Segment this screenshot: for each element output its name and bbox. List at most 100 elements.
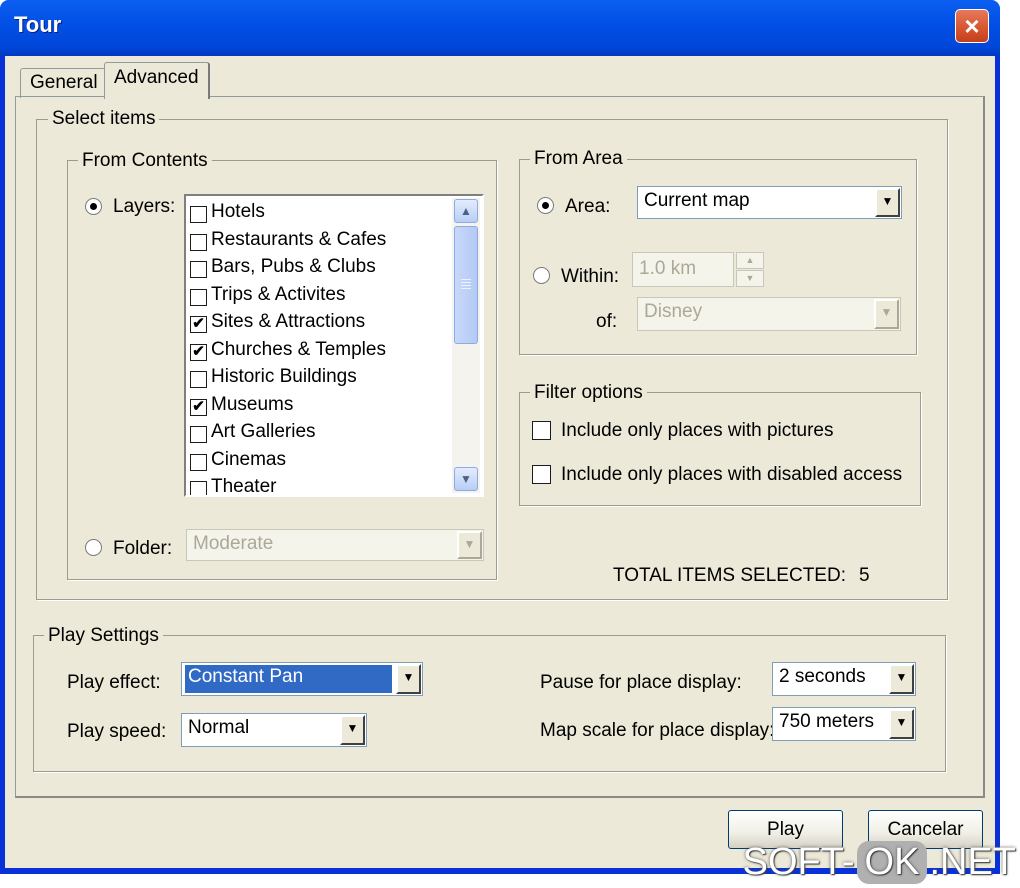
- within-input[interactable]: 1.0 km: [632, 252, 734, 287]
- within-radio[interactable]: [533, 267, 550, 284]
- play-settings-legend: Play Settings: [44, 625, 163, 647]
- play-speed-label: Play speed:: [67, 721, 167, 742]
- layers-label: Layers:: [113, 196, 176, 217]
- layer-label: Cinemas: [211, 448, 286, 470]
- grip-icon: [461, 279, 471, 280]
- chevron-down-icon: ▼: [875, 188, 900, 217]
- window-title: Tour: [14, 12, 62, 37]
- tab-general-label: General: [30, 72, 98, 93]
- layer-label: Restaurants & Cafes: [211, 228, 387, 250]
- disabled-access-checkbox-label: Include only places with disabled access: [561, 464, 903, 485]
- disabled-access-checkbox[interactable]: [532, 465, 551, 484]
- select-items-legend: Select items: [48, 108, 160, 130]
- map-scale-value: 750 meters: [779, 711, 875, 732]
- scroll-down-button[interactable]: ▼: [454, 467, 478, 491]
- layer-label: Theater: [211, 476, 277, 497]
- chevron-down-icon: ▼: [460, 472, 472, 486]
- layer-checkbox[interactable]: [190, 371, 207, 388]
- play-speed-value: Normal: [188, 717, 250, 738]
- watermark-left: SOFT-: [742, 841, 855, 883]
- watermark-mid: OK: [856, 841, 928, 884]
- play-speed-select[interactable]: Normal ▼: [181, 713, 367, 747]
- area-label: Area:: [565, 196, 611, 217]
- chevron-down-icon: ▼: [889, 709, 914, 739]
- pictures-checkbox-label: Include only places with pictures: [561, 420, 834, 441]
- map-scale-select[interactable]: 750 meters ▼: [772, 707, 916, 741]
- checkmark-icon: ✔: [192, 342, 205, 360]
- checkmark-icon: ✔: [192, 397, 205, 415]
- layer-label: Trips & Activites: [211, 283, 346, 305]
- chevron-down-icon: ▼: [889, 664, 914, 694]
- layer-label: Sites & Attractions: [211, 311, 366, 332]
- total-items-label: TOTAL ITEMS SELECTED:: [613, 565, 846, 586]
- watermark-right: .NET: [929, 841, 1016, 883]
- filter-options-group: [519, 392, 921, 506]
- of-select-value: Disney: [644, 301, 703, 322]
- layer-label: Museums: [211, 393, 294, 415]
- play-button-label: Play: [767, 819, 804, 840]
- layer-label: Bars, Pubs & Clubs: [211, 256, 376, 277]
- pause-label: Pause for place display:: [540, 672, 742, 693]
- folder-select[interactable]: Moderate ▼: [186, 529, 484, 561]
- chevron-down-icon: ▼: [874, 299, 899, 329]
- play-effect-select[interactable]: Constant Pan ▼: [181, 662, 423, 696]
- area-radio[interactable]: [537, 197, 554, 214]
- chevron-down-icon: ▼: [340, 715, 365, 745]
- spin-down-icon: ▼: [736, 270, 764, 287]
- layer-checkbox[interactable]: ✔: [190, 342, 207, 361]
- cancel-button-label: Cancelar: [887, 819, 964, 840]
- layer-checkbox[interactable]: [190, 206, 207, 223]
- layers-listbox[interactable]: Hotels Restaurants & Cafes Bars, Pubs & Cl…: [184, 194, 484, 497]
- layer-label: Churches & Temples: [211, 338, 386, 360]
- checkmark-icon: ✔: [192, 315, 205, 332]
- folder-select-value: Moderate: [193, 533, 274, 554]
- layer-label: Hotels: [211, 201, 265, 222]
- radio-selected-dot: [542, 202, 549, 209]
- area-select[interactable]: Current map ▼: [637, 186, 902, 219]
- area-select-value: Current map: [644, 190, 750, 211]
- play-settings-group: [33, 635, 946, 772]
- tab-advanced-label: Advanced: [114, 67, 199, 88]
- within-spinner[interactable]: ▲ ▼: [736, 252, 764, 287]
- chevron-down-icon: ▼: [457, 531, 482, 559]
- watermark: SOFT- OK .NET: [743, 841, 1016, 884]
- close-button[interactable]: ×: [955, 9, 989, 43]
- scroll-thumb[interactable]: [454, 226, 478, 344]
- radio-selected-dot: [90, 203, 97, 210]
- within-label: Within:: [561, 266, 620, 287]
- filter-options-legend: Filter options: [530, 382, 647, 404]
- title-bar[interactable]: [0, 0, 1000, 56]
- of-label: of:: [596, 311, 618, 332]
- pictures-checkbox[interactable]: [532, 421, 551, 440]
- pause-select-value: 2 seconds: [779, 666, 866, 687]
- play-effect-value: Constant Pan: [185, 665, 392, 693]
- folder-radio[interactable]: [85, 539, 102, 556]
- layer-checkbox[interactable]: [190, 261, 207, 278]
- layer-checkbox[interactable]: [190, 233, 207, 251]
- layer-checkbox[interactable]: [190, 481, 207, 495]
- from-contents-legend: From Contents: [78, 150, 212, 172]
- layer-checkbox[interactable]: [190, 453, 207, 471]
- total-items-value: 5: [859, 565, 870, 586]
- layers-radio[interactable]: [85, 198, 102, 215]
- pause-select[interactable]: 2 seconds ▼: [772, 662, 916, 696]
- play-effect-label: Play effect:: [67, 672, 161, 693]
- tab-advanced[interactable]: Advanced: [104, 62, 210, 99]
- layer-label: Art Galleries: [211, 421, 316, 442]
- within-input-value: 1.0 km: [639, 258, 697, 279]
- layer-checkbox[interactable]: ✔: [190, 316, 207, 333]
- layer-checkbox[interactable]: [190, 426, 207, 443]
- from-area-legend: From Area: [530, 148, 627, 170]
- map-scale-label: Map scale for place display:: [540, 720, 775, 741]
- chevron-up-icon: ▲: [460, 204, 472, 218]
- layer-label: Historic Buildings: [211, 366, 357, 387]
- spin-up-icon: ▲: [736, 252, 764, 269]
- layer-checkbox[interactable]: [190, 288, 207, 306]
- scroll-up-button[interactable]: ▲: [454, 199, 478, 223]
- chevron-down-icon: ▼: [396, 664, 421, 694]
- of-select[interactable]: Disney ▼: [637, 297, 901, 331]
- folder-label: Folder:: [113, 538, 173, 559]
- tab-general[interactable]: General: [20, 68, 106, 98]
- layer-checkbox[interactable]: ✔: [190, 397, 207, 416]
- close-icon: ×: [964, 11, 980, 41]
